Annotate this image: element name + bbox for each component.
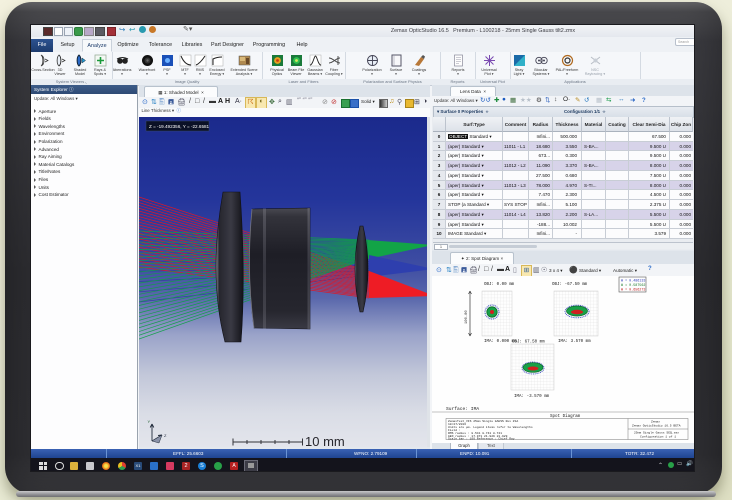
svg-text:IMA: -3.570 mm: IMA: -3.570 mm — [514, 395, 550, 399]
svg-text:Surface: IMA: Surface: IMA — [446, 406, 479, 412]
svg-text:OBJ: 0.00 mm: OBJ: 0.00 mm — [484, 283, 515, 287]
svg-text:W = 0.486133: W = 0.486133 — [621, 280, 645, 284]
svg-text:Configuration 1 of 1: Configuration 1 of 1 — [640, 435, 676, 439]
svg-text:OBJ: -67.50 mm: OBJ: -67.50 mm — [552, 283, 588, 287]
svg-text:Z = -19.492356, Y = -22.6581: Z = -19.492356, Y = -22.6581 — [149, 124, 210, 129]
svg-text:Zemax OpticStudio 16.5 BETA: Zemax OpticStudio 16.5 BETA — [632, 424, 681, 428]
svg-text:W = 0.656273: W = 0.656273 — [621, 289, 645, 293]
svg-text:Scale bar : 100 Referenc: Scale bar : 100 Reference : Chief Ray — [448, 437, 515, 441]
svg-text:Units are µm. Legend items ref: Units are µm. Legend items refer to Wave… — [448, 425, 533, 429]
svg-text:Zemax: Zemax — [651, 421, 660, 424]
svg-text:100.00: 100.00 — [465, 310, 469, 324]
svg-text:Y: Y — [148, 419, 151, 424]
svg-text:10 mm: 10 mm — [305, 434, 345, 447]
svg-text:W = 0.587562: W = 0.587562 — [621, 284, 645, 288]
svg-text:IMA: 3.570 mm: IMA: 3.570 mm — [558, 340, 591, 344]
svg-text:25mm Single Gauss SEQ.zmx: 25mm Single Gauss SEQ.zmx — [634, 431, 679, 435]
svg-text:OBJ: 67.50 mm: OBJ: 67.50 mm — [512, 341, 545, 345]
